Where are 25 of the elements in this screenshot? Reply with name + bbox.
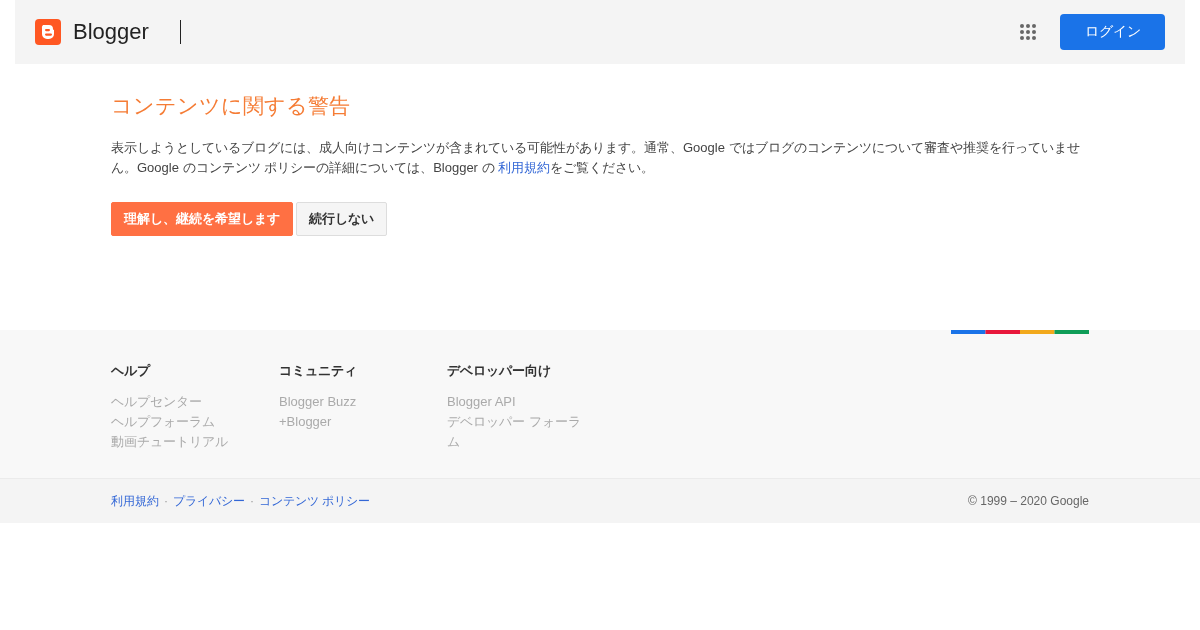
terms-link[interactable]: 利用規約	[498, 160, 551, 175]
footer-link[interactable]: ヘルプフォーラム	[111, 412, 246, 432]
copyright-text: © 1999 – 2020 Google	[968, 494, 1089, 508]
footer-heading: デベロッパー向け	[447, 362, 552, 380]
cancel-button[interactable]: 続行しない	[296, 202, 387, 236]
footer-heading: ヘルプ	[111, 362, 152, 380]
logo-text: Blogger	[73, 19, 149, 45]
footer-link[interactable]: デベロッパー フォーラム	[447, 412, 582, 452]
footer-link[interactable]: ヘルプセンター	[111, 392, 246, 412]
separator-dot: ·	[250, 494, 254, 508]
warning-text: 表示しようとしているブログには、成人向けコンテンツが含まれている可能性があります。通常、Google ではブログのコンテンツについて審査や推奨を行っていません。Google のコンテンツ ポリシーの詳細については、Blogger の 利用規約をご覧ください。	[111, 139, 1081, 177]
footer-link[interactable]: 利用規約	[111, 492, 159, 510]
separator-dot: ·	[164, 494, 168, 508]
login-button[interactable]: ログイン	[1060, 14, 1165, 50]
footer-link[interactable]: +Blogger	[279, 412, 414, 432]
apps-grid-icon[interactable]	[1020, 24, 1036, 40]
continue-button[interactable]: 理解し、継続を希望します	[111, 202, 293, 236]
blogger-logo-icon	[35, 19, 61, 45]
footer-link[interactable]: 動画チュートリアル	[111, 432, 246, 452]
footer-link[interactable]: コンテンツ ポリシー	[259, 492, 371, 510]
warning-title: コンテンツに関する警告	[111, 93, 351, 119]
footer-link[interactable]: Blogger Buzz	[279, 392, 414, 412]
footer-link[interactable]: プライバシー	[173, 492, 245, 510]
footer-heading: コミュニティ	[279, 362, 358, 380]
footer-link[interactable]: Blogger API	[447, 392, 582, 412]
